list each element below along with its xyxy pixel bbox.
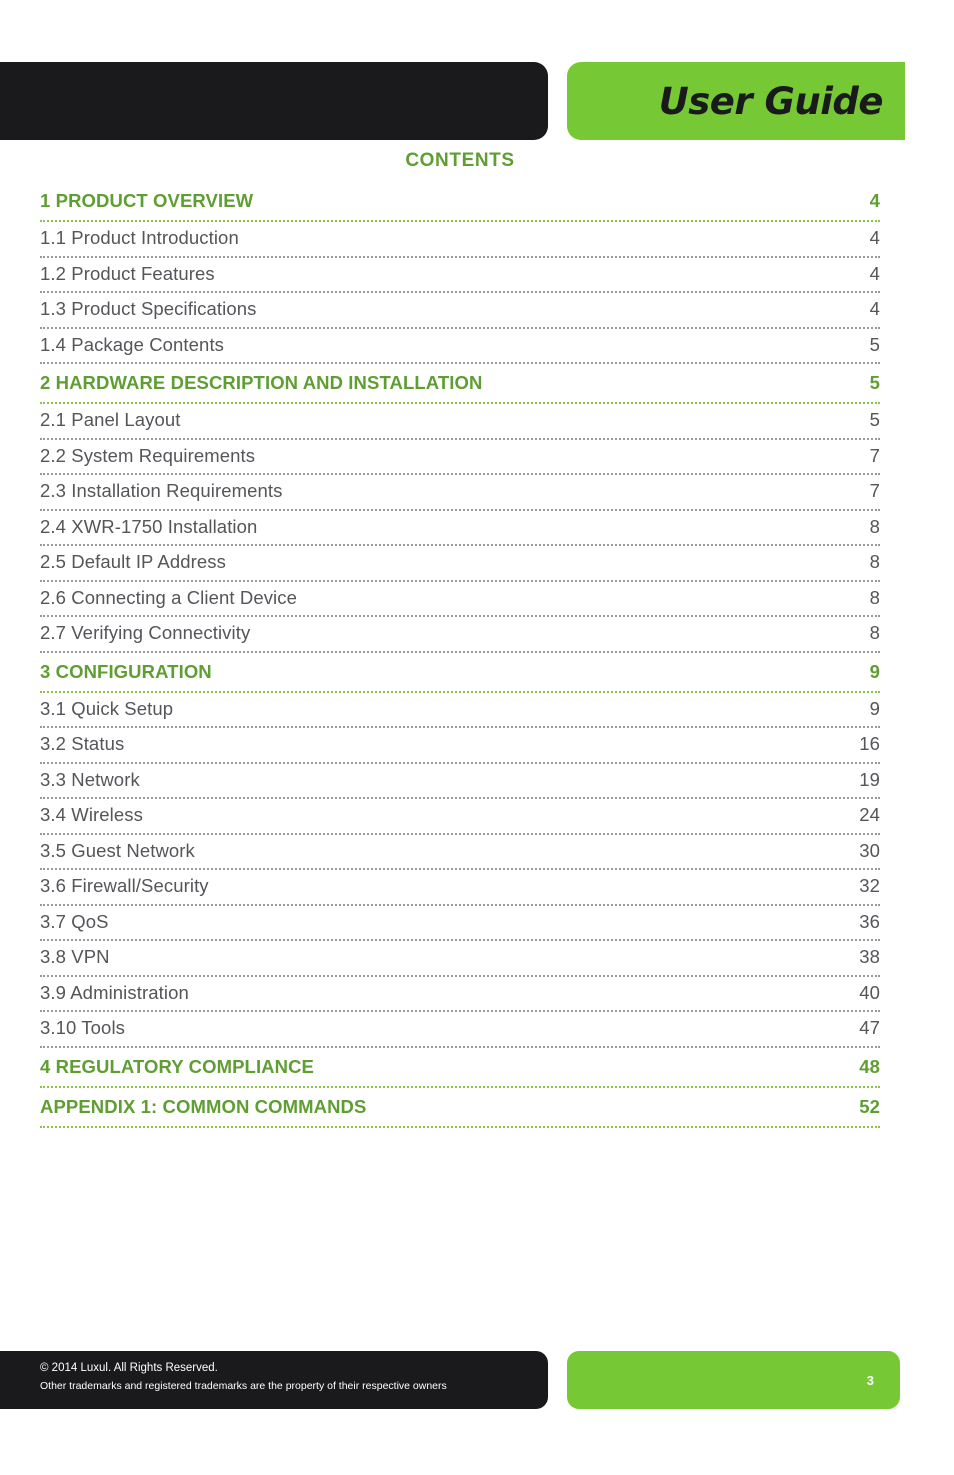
toc-entry-page: 7 [869, 444, 880, 466]
toc-entry-label: 1.3 Product Specifications [40, 298, 257, 319]
toc-entry-label: 3.7 QoS [40, 910, 109, 932]
footer-trademark: Other trademarks and registered trademar… [40, 1379, 447, 1392]
toc-entry-label: 2.3 Installation Requirements [40, 480, 283, 501]
toc-entry[interactable]: 2.6 Connecting a Client Device 8 [40, 582, 880, 618]
table-of-contents: 1 PRODUCT OVERVIEW 4 1.1 Product Introduct… [40, 182, 880, 1128]
toc-entry[interactable]: 3.6 Firewall/Security 32 [40, 870, 880, 906]
toc-entry[interactable]: 3.7 QoS 36 [40, 906, 880, 942]
toc-entry[interactable]: 3.3 Network 19 [40, 764, 880, 800]
toc-entry[interactable]: 3.10 Tools 47 [40, 1012, 880, 1048]
toc-entry[interactable]: 3.4 Wireless 24 [40, 799, 880, 835]
toc-entry-label: 2.4 XWR-1750 Installation [40, 515, 258, 537]
toc-entry-page: 5 [869, 409, 880, 430]
toc-entry-label: 3.5 Guest Network [40, 839, 195, 861]
page-title: User Guide [658, 79, 884, 123]
toc-entry-label: 3.1 Quick Setup [40, 697, 174, 719]
toc-entry-label: 3.4 Wireless [40, 804, 143, 825]
toc-entry-page: 47 [859, 1017, 880, 1038]
toc-entry-page: 7 [869, 480, 880, 501]
toc-entry[interactable]: 1.2 Product Features 4 [40, 258, 880, 294]
toc-entry-label: 2 HARDWARE DESCRIPTION AND INSTALLATION [40, 372, 483, 393]
toc-entry-label: 1.1 Product Introduction [40, 227, 239, 248]
toc-entry[interactable]: 2.7 Verifying Connectivity 8 [40, 617, 880, 653]
toc-entry[interactable]: 3.9 Administration 40 [40, 977, 880, 1013]
header-green-bar: User Guide [567, 62, 905, 140]
toc-entry[interactable]: 3 CONFIGURATION 9 [40, 653, 880, 693]
toc-entry-label: 3.8 VPN [40, 946, 110, 967]
toc-entry[interactable]: 4 REGULATORY COMPLIANCE 48 [40, 1048, 880, 1088]
toc-entry-page: 4 [869, 227, 880, 248]
toc-entry-label: 2.2 System Requirements [40, 444, 256, 466]
toc-entry[interactable]: APPENDIX 1: COMMON COMMANDS 52 [40, 1088, 880, 1128]
toc-entry-page: 48 [859, 1055, 880, 1077]
footer-green-bar: 3 [567, 1351, 900, 1409]
toc-entry[interactable]: 1.1 Product Introduction 4 [40, 222, 880, 258]
toc-entry-page: 4 [869, 262, 880, 284]
toc-entry-page: 9 [869, 660, 880, 682]
footer-copyright: © 2014 Luxul. All Rights Reserved. [40, 1362, 218, 1374]
toc-entry-page: 8 [869, 622, 880, 643]
page-number: 3 [866, 1372, 874, 1388]
toc-entry-label: 3.9 Administration [40, 981, 189, 1003]
toc-entry-label: 3.6 Firewall/Security [40, 875, 209, 896]
toc-entry-page: 8 [869, 586, 880, 608]
toc-entry-page: 30 [859, 839, 880, 861]
page-footer: © 2014 Luxul. All Rights Reserved. Other… [0, 1351, 954, 1409]
toc-entry-label: APPENDIX 1: COMMON COMMANDS [40, 1095, 367, 1117]
toc-entry-label: 3.3 Network [40, 768, 140, 790]
toc-entry-page: 4 [869, 190, 880, 211]
toc-entry[interactable]: 2.4 XWR-1750 Installation 8 [40, 511, 880, 547]
toc-entry-label: 3.10 Tools [40, 1017, 125, 1038]
toc-entry-label: 2.7 Verifying Connectivity [40, 622, 251, 643]
toc-entry-page: 19 [859, 768, 880, 790]
toc-entry-label: 1 PRODUCT OVERVIEW [40, 190, 254, 211]
header-black-bar [0, 62, 548, 140]
footer-black-bar: © 2014 Luxul. All Rights Reserved. Other… [0, 1351, 548, 1409]
toc-entry-page: 16 [859, 733, 880, 754]
toc-entry[interactable]: 2 HARDWARE DESCRIPTION AND INSTALLATION 5 [40, 364, 880, 404]
toc-entry[interactable]: 2.5 Default IP Address 8 [40, 546, 880, 582]
toc-entry[interactable]: 3.2 Status 16 [40, 728, 880, 764]
toc-entry-page: 8 [869, 515, 880, 537]
toc-entry-label: 3.2 Status [40, 733, 125, 754]
toc-entry-page: 24 [859, 804, 880, 825]
toc-entry-page: 52 [859, 1095, 880, 1117]
toc-entry[interactable]: 1 PRODUCT OVERVIEW 4 [40, 182, 880, 222]
toc-entry[interactable]: 1.3 Product Specifications 4 [40, 293, 880, 329]
toc-entry-page: 36 [859, 910, 880, 932]
toc-entry[interactable]: 3.8 VPN 38 [40, 941, 880, 977]
toc-entry[interactable]: 3.1 Quick Setup 9 [40, 693, 880, 729]
toc-entry-page: 40 [859, 981, 880, 1003]
toc-entry-label: 1.2 Product Features [40, 262, 215, 284]
toc-entry-page: 32 [859, 875, 880, 896]
toc-entry-page: 8 [869, 551, 880, 572]
toc-entry-label: 2.6 Connecting a Client Device [40, 586, 298, 608]
toc-entry-page: 38 [859, 946, 880, 967]
contents-heading: CONTENTS [405, 150, 515, 171]
page-header: User Guide [0, 62, 954, 140]
toc-entry[interactable]: 3.5 Guest Network 30 [40, 835, 880, 871]
toc-entry[interactable]: 1.4 Package Contents 5 [40, 329, 880, 365]
toc-entry-label: 3 CONFIGURATION [40, 660, 212, 682]
toc-entry-label: 4 REGULATORY COMPLIANCE [40, 1055, 315, 1077]
toc-entry[interactable]: 2.1 Panel Layout 5 [40, 404, 880, 440]
toc-entry-label: 1.4 Package Contents [40, 333, 225, 355]
toc-entry-page: 4 [869, 298, 880, 319]
toc-entry[interactable]: 2.2 System Requirements 7 [40, 440, 880, 476]
toc-entry-page: 5 [869, 333, 880, 355]
toc-entry[interactable]: 2.3 Installation Requirements 7 [40, 475, 880, 511]
toc-entry-label: 2.5 Default IP Address [40, 551, 226, 572]
toc-entry-label: 2.1 Panel Layout [40, 409, 181, 430]
toc-entry-page: 9 [869, 697, 880, 719]
toc-entry-page: 5 [869, 372, 880, 393]
